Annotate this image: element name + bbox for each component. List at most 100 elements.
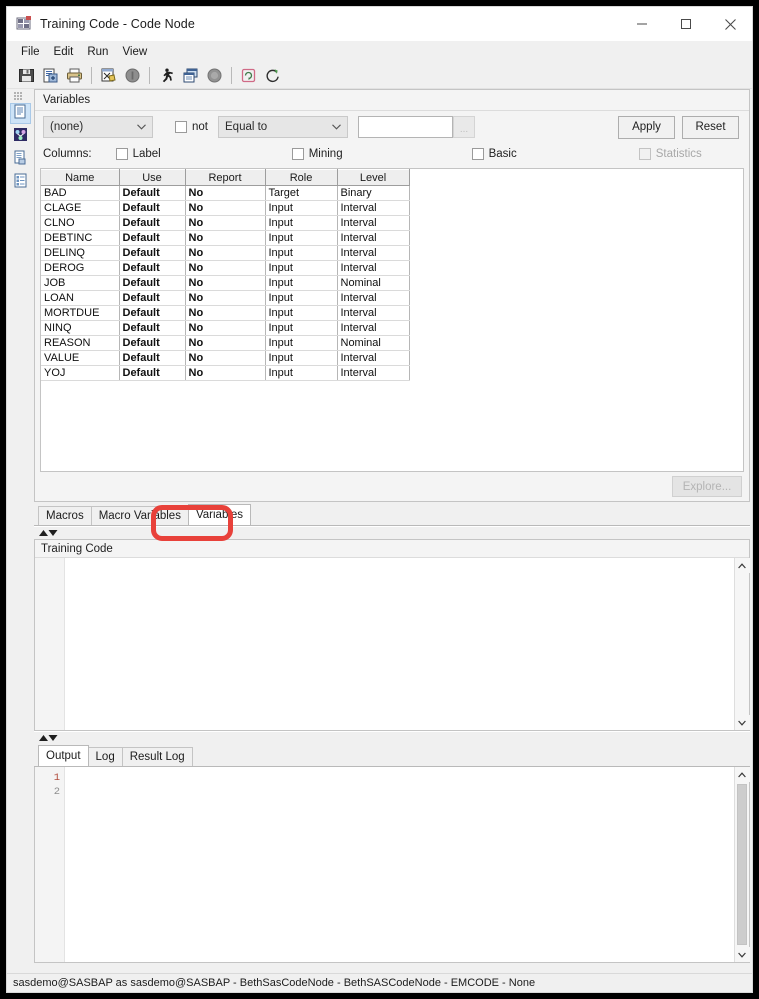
table-cell[interactable]: BAD [41, 185, 120, 201]
table-cell[interactable]: Interval [337, 290, 410, 306]
scroll-down-icon[interactable] [734, 947, 750, 962]
variables-grid-area[interactable]: Name Use Report Role Level BAD Default No T… [40, 168, 744, 472]
table-row[interactable]: CLAGE Default No Input Interval [41, 200, 410, 216]
table-cell[interactable]: Nominal [337, 335, 410, 351]
reset-button[interactable]: Reset [682, 115, 739, 139]
table-cell[interactable]: Input [265, 245, 338, 261]
training-code-body[interactable] [35, 558, 750, 730]
table-cell[interactable]: Interval [337, 215, 410, 231]
tab-macros[interactable]: Macros [38, 506, 92, 525]
print-button[interactable] [63, 64, 85, 86]
table-cell[interactable]: CLAGE [41, 200, 120, 216]
column-header-level[interactable]: Level [337, 169, 410, 186]
table-cell[interactable]: No [185, 335, 266, 351]
table-cell[interactable]: Interval [337, 200, 410, 216]
table-cell[interactable]: Default [119, 320, 186, 336]
table-cell[interactable]: DEROG [41, 260, 120, 276]
maximize-button[interactable] [664, 7, 708, 41]
table-cell[interactable]: Input [265, 305, 338, 321]
collapse-arrows-icon[interactable] [38, 529, 58, 537]
reload-button[interactable] [261, 64, 283, 86]
table-cell[interactable]: Default [119, 185, 186, 201]
table-cell[interactable]: Input [265, 260, 338, 276]
label-checkbox[interactable] [115, 148, 128, 160]
tab-log[interactable]: Log [87, 747, 123, 766]
operator-select[interactable]: Equal to [218, 116, 348, 138]
table-cell[interactable]: MORTDUE [41, 305, 120, 321]
table-cell[interactable]: Input [265, 200, 338, 216]
table-cell[interactable]: Default [119, 230, 186, 246]
table-row[interactable]: NINQ Default No Input Interval [41, 320, 410, 336]
table-cell[interactable]: Default [119, 290, 186, 306]
tab-output[interactable]: Output [38, 745, 89, 766]
table-cell[interactable]: Default [119, 260, 186, 276]
table-cell[interactable]: NINQ [41, 320, 120, 336]
save-button[interactable] [15, 64, 37, 86]
table-row[interactable]: DEBTINC Default No Input Interval [41, 230, 410, 246]
splitter-upper[interactable] [34, 526, 750, 539]
sidebar-item-properties[interactable] [10, 103, 31, 124]
table-cell[interactable]: No [185, 260, 266, 276]
table-cell[interactable]: Interval [337, 365, 410, 381]
scrollbar-thumb[interactable] [737, 784, 747, 945]
interrupt-button[interactable] [203, 64, 225, 86]
table-row[interactable]: LOAN Default No Input Interval [41, 290, 410, 306]
table-cell[interactable]: No [185, 200, 266, 216]
table-row[interactable]: REASON Default No Input Nominal [41, 335, 410, 351]
sidebar-item-results[interactable] [10, 172, 31, 193]
table-cell[interactable]: Default [119, 275, 186, 291]
table-cell[interactable]: Interval [337, 305, 410, 321]
run-window-button[interactable] [179, 64, 201, 86]
table-cell[interactable]: Input [265, 320, 338, 336]
table-cell[interactable]: Interval [337, 260, 410, 276]
table-cell[interactable]: Binary [337, 185, 410, 201]
scroll-up-icon[interactable] [734, 558, 750, 573]
table-cell[interactable]: Interval [337, 320, 410, 336]
table-cell[interactable]: Target [265, 185, 338, 201]
table-row[interactable]: BAD Default No Target Binary [41, 185, 410, 201]
output-vertical-scrollbar[interactable] [734, 767, 750, 962]
table-cell[interactable]: Default [119, 245, 186, 261]
table-row[interactable]: YOJ Default No Input Interval [41, 365, 410, 381]
basic-checkbox[interactable] [471, 148, 484, 160]
table-cell[interactable]: Input [265, 350, 338, 366]
collapse-arrows-icon[interactable] [38, 734, 58, 742]
table-cell[interactable]: No [185, 230, 266, 246]
apply-button[interactable]: Apply [618, 115, 675, 139]
table-cell[interactable]: Interval [337, 350, 410, 366]
table-cell[interactable]: Default [119, 350, 186, 366]
filter-value-input[interactable] [358, 116, 453, 138]
table-cell[interactable]: CLNO [41, 215, 120, 231]
filter-browse-button[interactable]: ... [453, 116, 475, 138]
menu-run[interactable]: Run [81, 44, 116, 60]
code-vertical-scrollbar[interactable] [734, 558, 750, 730]
sidebar-item-diagram[interactable] [10, 126, 31, 147]
table-cell[interactable]: Input [265, 215, 338, 231]
table-cell[interactable]: No [185, 215, 266, 231]
table-row[interactable]: MORTDUE Default No Input Interval [41, 305, 410, 321]
scroll-up-icon[interactable] [734, 767, 750, 782]
table-cell[interactable]: YOJ [41, 365, 120, 381]
code-editor-text[interactable] [65, 558, 734, 730]
table-row[interactable]: VALUE Default No Input Interval [41, 350, 410, 366]
table-row[interactable]: DEROG Default No Input Interval [41, 260, 410, 276]
menu-file[interactable]: File [15, 44, 48, 60]
table-cell[interactable]: Default [119, 200, 186, 216]
table-cell[interactable]: No [185, 320, 266, 336]
tab-result-log[interactable]: Result Log [121, 747, 193, 766]
table-cell[interactable]: DEBTINC [41, 230, 120, 246]
column-select[interactable]: (none) [43, 116, 153, 138]
table-cell[interactable]: No [185, 245, 266, 261]
table-cell[interactable]: Input [265, 230, 338, 246]
table-cell[interactable]: No [185, 365, 266, 381]
table-cell[interactable]: Input [265, 290, 338, 306]
table-cell[interactable]: REASON [41, 335, 120, 351]
table-cell[interactable]: Default [119, 215, 186, 231]
menu-edit[interactable]: Edit [48, 44, 82, 60]
column-header-name[interactable]: Name [41, 169, 120, 186]
stop-button[interactable] [121, 64, 143, 86]
table-row[interactable]: CLNO Default No Input Interval [41, 215, 410, 231]
table-cell[interactable]: Default [119, 335, 186, 351]
tab-macro-variables[interactable]: Macro Variables [90, 506, 189, 525]
menu-view[interactable]: View [116, 44, 155, 60]
